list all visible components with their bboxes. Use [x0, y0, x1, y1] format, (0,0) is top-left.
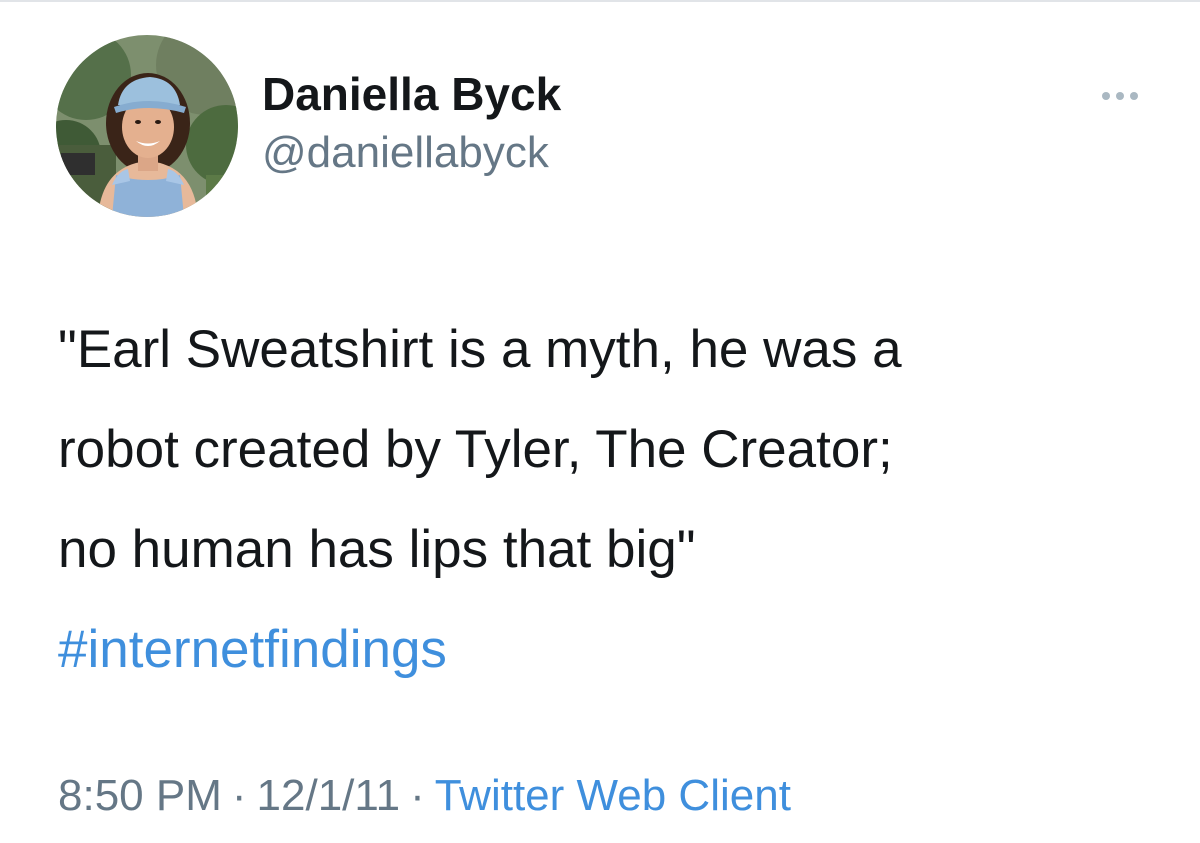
ellipsis-icon [1102, 92, 1138, 100]
hashtag-link[interactable]: #internetfindings [58, 600, 1168, 700]
meta-separator: · [410, 771, 425, 820]
source-link[interactable]: Twitter Web Client [435, 771, 791, 820]
tweet-line: "Earl Sweatshirt is a myth, he was a [58, 320, 902, 379]
tweet-date[interactable]: 12/1/11 [257, 771, 401, 820]
tweet-line: no human has lips that big" [58, 520, 696, 579]
user-handle[interactable]: @daniellabyck [262, 122, 561, 184]
top-divider [0, 0, 1200, 2]
tweet-time[interactable]: 8:50 PM [58, 771, 222, 820]
user-info[interactable]: Daniella Byck @daniellabyck [262, 66, 561, 184]
profile-photo-icon [56, 35, 238, 217]
meta-separator: · [231, 771, 247, 820]
avatar[interactable] [56, 35, 238, 217]
tweet-line: robot created by Tyler, The Creator; [58, 420, 893, 479]
tweet-text: "Earl Sweatshirt is a myth, he was a rob… [58, 300, 1168, 700]
tweet-meta: 8:50 PM · 12/1/11 · Twitter Web Client [58, 765, 791, 827]
display-name[interactable]: Daniella Byck [262, 66, 561, 122]
more-options-button[interactable] [1090, 78, 1150, 114]
